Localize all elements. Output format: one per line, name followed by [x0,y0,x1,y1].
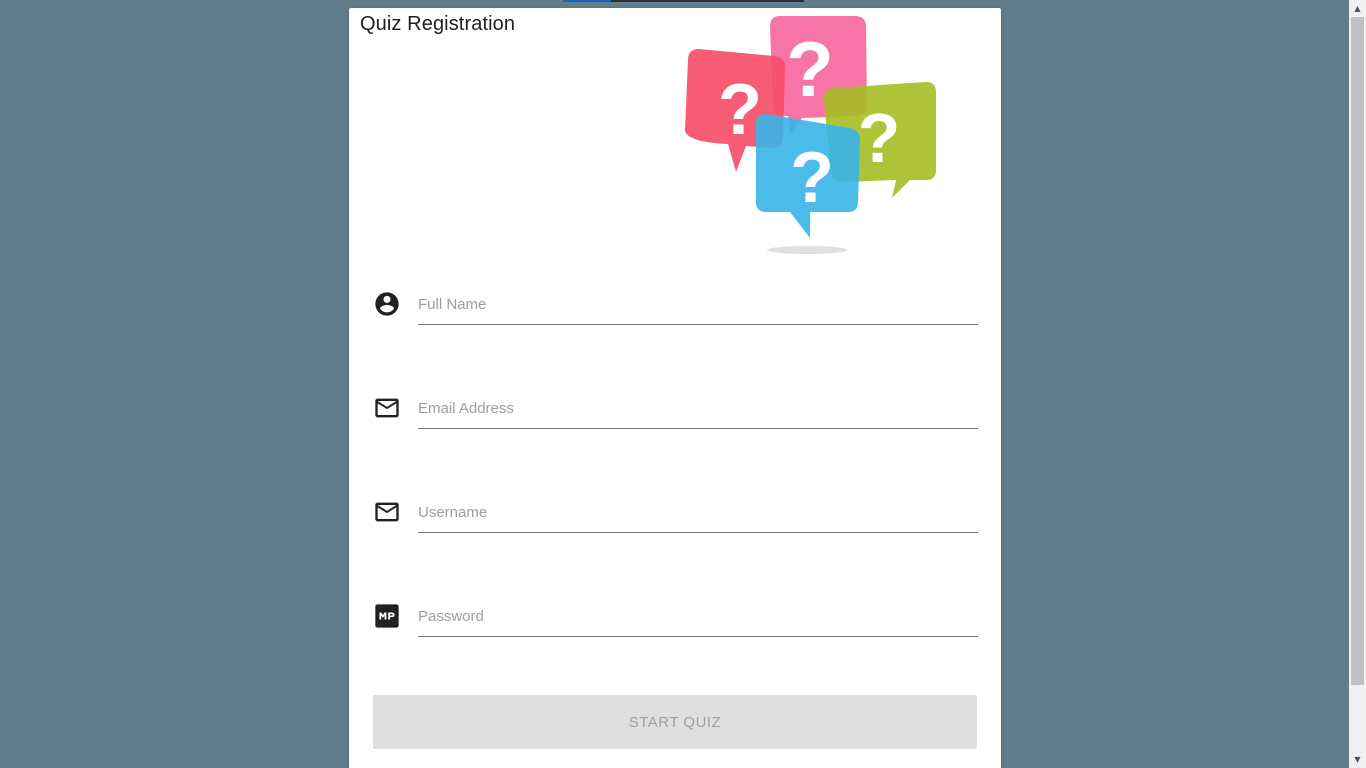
svg-text:?: ? [790,138,834,218]
email-input[interactable] [418,388,978,429]
svg-text:?: ? [718,70,762,150]
question-bubbles-illustration: ? ? ? ? [685,16,936,254]
page-title: Quiz Registration [360,13,516,35]
mail-icon [373,498,401,526]
full-name-field [373,284,978,334]
registration-card: Quiz Registration ? ? ? ? Full Name Emai… [349,8,1001,768]
username-input[interactable] [418,492,978,533]
mp-icon [373,602,401,630]
scrollbar-thumb[interactable] [1351,17,1364,685]
account-circle-icon [373,290,401,318]
scroll-up-arrow-icon[interactable]: ▲ [1349,0,1366,17]
svg-text:?: ? [858,99,901,177]
password-field [373,596,978,646]
vertical-scrollbar[interactable]: ▲ ▼ [1349,0,1366,768]
email-field [373,388,978,438]
scroll-down-arrow-icon[interactable]: ▼ [1349,751,1366,768]
mail-icon [373,394,401,422]
top-strip [563,0,804,2]
username-field [373,492,978,542]
start-quiz-button[interactable]: START QUIZ [373,695,977,749]
blue-bubble: ? [756,114,860,238]
password-input[interactable] [418,596,978,637]
top-strip-accent [563,0,611,2]
full-name-input[interactable] [418,284,978,325]
